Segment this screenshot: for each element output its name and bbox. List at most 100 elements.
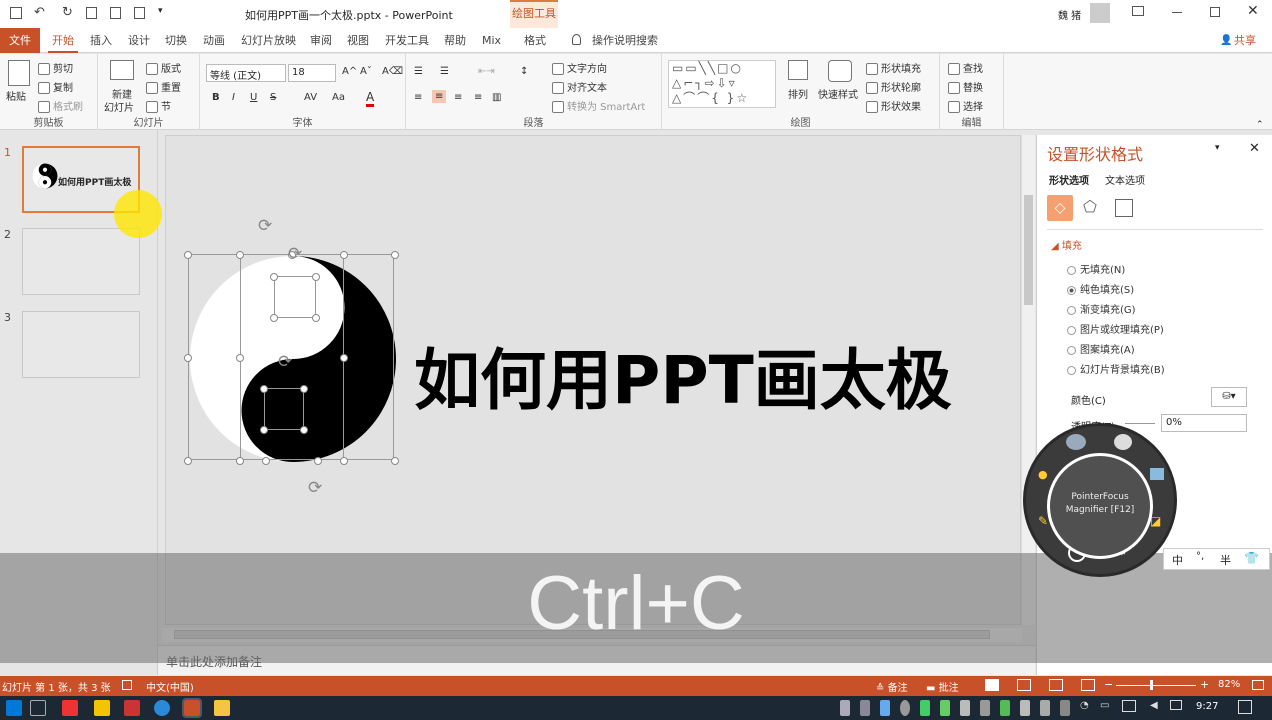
ime-skin-icon[interactable]: 👕 [1244, 551, 1259, 565]
reading-view-icon[interactable] [1049, 679, 1063, 691]
slideshow-icon[interactable] [1081, 679, 1095, 691]
tab-home[interactable]: 开始 [48, 28, 78, 53]
spellcheck-icon[interactable] [122, 680, 132, 690]
layout-button[interactable]: 版式 [146, 60, 181, 75]
tab-mix[interactable]: Mix [478, 28, 505, 53]
quick-styles-button[interactable]: 快速样式 [818, 86, 858, 101]
print-preview-icon[interactable] [134, 7, 145, 19]
underline-button[interactable]: U [250, 92, 257, 103]
rotate-handle-icon[interactable]: ⟳ [278, 352, 292, 372]
smartart-button[interactable]: 转换为 SmartArt [552, 98, 645, 113]
window-icon[interactable] [1150, 468, 1164, 480]
normal-view-icon[interactable] [985, 679, 999, 691]
tray-icon[interactable] [1000, 700, 1010, 716]
shapes-gallery[interactable]: ▭▭╲╲□○ △⌐┐⇨⇩▿ △⌒⌒{ }☆ [668, 60, 776, 108]
radio-background-fill[interactable]: 幻灯片背景填充(B) [1067, 361, 1165, 376]
zoom-in-icon[interactable]: + [1200, 678, 1209, 691]
resize-handle[interactable] [260, 426, 268, 434]
tab-slideshow[interactable]: 幻灯片放映 [237, 28, 300, 53]
radio-solid-fill[interactable]: 纯色填充(S) [1067, 281, 1134, 296]
size-properties-icon[interactable] [1115, 199, 1133, 217]
battery-icon[interactable]: ▭ [1100, 700, 1109, 711]
char-spacing-button[interactable]: AV [304, 92, 317, 103]
tab-review[interactable]: 审阅 [306, 28, 336, 53]
fill-color-picker[interactable]: ⛁▾ [1211, 387, 1247, 407]
ime-width[interactable]: 半 [1220, 552, 1231, 568]
tab-transitions[interactable]: 切换 [161, 28, 191, 53]
tray-icon[interactable] [920, 700, 930, 716]
app-icon[interactable] [62, 700, 78, 716]
resize-handle[interactable] [340, 457, 348, 465]
user-name[interactable]: 魏 猪 [1058, 7, 1081, 22]
select-button[interactable]: 选择 [948, 98, 983, 113]
tray-icon[interactable] [1040, 700, 1050, 716]
resize-handle[interactable] [300, 426, 308, 434]
shrink-font-icon[interactable]: Aˇ [360, 66, 372, 77]
pen-icon[interactable]: ✎ [1038, 514, 1048, 528]
effects-pentagon-icon[interactable]: ⬠ [1083, 197, 1097, 216]
save-icon[interactable] [10, 7, 22, 19]
grow-font-icon[interactable]: A^ [342, 66, 357, 77]
line-spacing-icon[interactable]: ↕ [520, 66, 528, 77]
rotate-handle-icon[interactable]: ⟳ [288, 244, 302, 264]
resize-handle[interactable] [236, 457, 244, 465]
justify-icon[interactable]: ≡ [474, 92, 482, 103]
columns-icon[interactable]: ▥ [492, 92, 501, 103]
radio-gradient-fill[interactable]: 渐变填充(G) [1067, 301, 1136, 316]
resize-handle[interactable] [312, 314, 320, 322]
vertical-scrollbar[interactable] [1021, 135, 1035, 625]
ime-tray-icon[interactable] [1170, 700, 1182, 710]
resize-handle[interactable] [314, 457, 322, 465]
align-left-icon[interactable]: ≡ [414, 92, 422, 103]
shape-effects-button[interactable]: 形状效果 [866, 98, 921, 113]
close-pane-icon[interactable]: ✕ [1249, 141, 1260, 156]
comments-button[interactable]: ▬ 批注 [926, 679, 959, 694]
slide-sorter-icon[interactable] [1017, 679, 1031, 691]
collapse-ribbon-icon[interactable]: ⌃ [1256, 120, 1264, 130]
ime-toolbar[interactable]: 中 °, 半 👕 [1163, 548, 1270, 570]
zoom-slider-thumb[interactable] [1150, 680, 1153, 690]
format-painter-button[interactable]: 格式刷 [38, 98, 83, 113]
font-size-select[interactable]: 18 [288, 64, 336, 82]
paste-button[interactable]: 粘贴 [6, 88, 26, 103]
pane-options-icon[interactable]: ▾ [1215, 143, 1220, 153]
tray-icon[interactable] [880, 700, 890, 716]
slide-thumbnail-2[interactable] [22, 228, 140, 295]
radio-picture-fill[interactable]: 图片或纹理填充(P) [1067, 321, 1164, 336]
tab-insert[interactable]: 插入 [86, 28, 116, 53]
undo-icon[interactable]: ↶ [34, 5, 45, 20]
arrange-button[interactable]: 排列 [788, 86, 808, 101]
tab-shape-options[interactable]: 形状选项 [1049, 172, 1089, 187]
resize-handle[interactable] [184, 354, 192, 362]
resize-handle[interactable] [262, 457, 270, 465]
zoom-slider[interactable] [1116, 685, 1196, 686]
file-explorer-icon[interactable] [214, 700, 230, 716]
close-icon[interactable]: ✕ [1247, 3, 1259, 19]
avatar[interactable] [1090, 3, 1110, 23]
numbering-icon[interactable]: ☰ [440, 66, 449, 77]
resize-handle[interactable] [270, 273, 278, 281]
italic-button[interactable]: I [232, 92, 235, 103]
start-icon[interactable] [6, 700, 22, 716]
rotate-handle-icon[interactable]: ⟳ [258, 216, 272, 236]
tray-icon[interactable] [1020, 700, 1030, 716]
section-button[interactable]: 节 [146, 98, 171, 113]
slide-title[interactable]: 如何用PPT画太极 [414, 336, 952, 426]
tab-view[interactable]: 视图 [343, 28, 373, 53]
copy-button[interactable]: 复制 [38, 79, 73, 94]
open-icon[interactable] [110, 7, 121, 19]
zoom-out-icon[interactable]: − [1104, 678, 1113, 691]
new-file-icon[interactable] [86, 7, 97, 19]
replace-button[interactable]: 替换 [948, 79, 983, 94]
resize-handle[interactable] [270, 314, 278, 322]
indent-icon[interactable]: ⇤⇥ [478, 66, 495, 77]
strikethrough-button[interactable]: S [270, 92, 276, 103]
rotate-handle-icon[interactable]: ⟳ [308, 478, 322, 498]
tray-icon[interactable] [840, 700, 850, 716]
ribbon-display-icon[interactable] [1132, 6, 1144, 16]
bullets-icon[interactable]: ☰ [414, 66, 423, 77]
resize-handle[interactable] [312, 273, 320, 281]
resize-handle[interactable] [340, 251, 348, 259]
tell-me-search[interactable]: 操作说明搜索 [588, 28, 662, 53]
ime-language[interactable]: 中 [1172, 552, 1183, 568]
